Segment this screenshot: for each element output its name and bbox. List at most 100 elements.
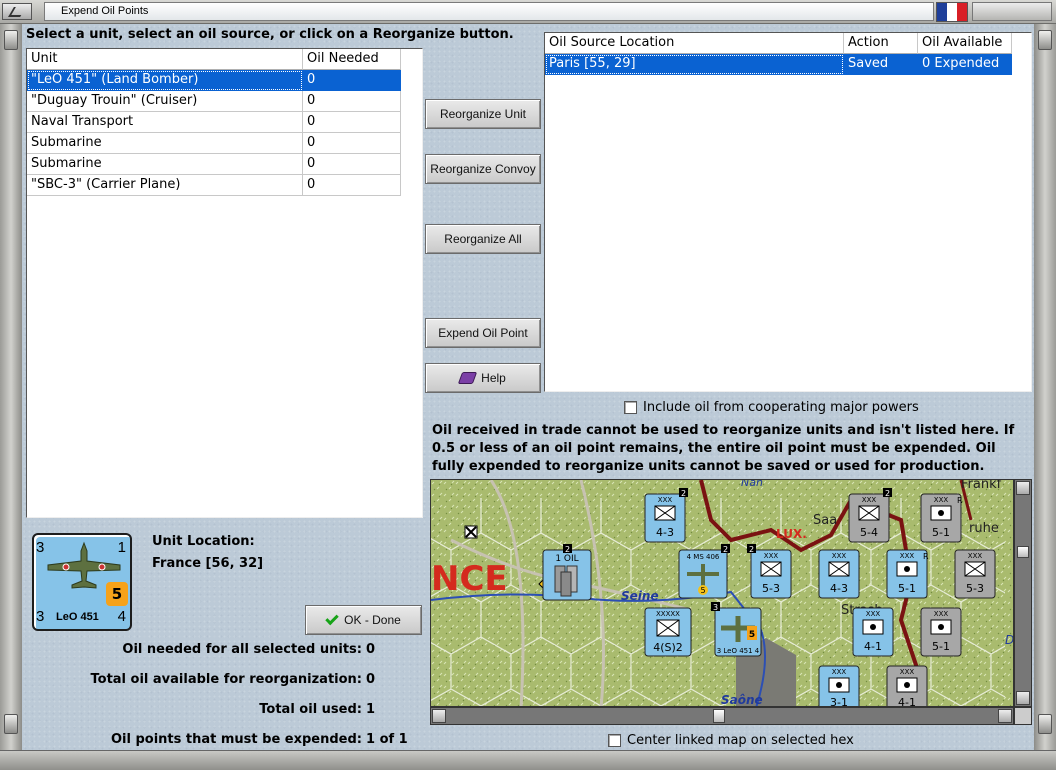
table-row[interactable]: Submarine 0 bbox=[27, 133, 422, 154]
window-menu-icon[interactable] bbox=[2, 3, 32, 20]
counter-stats-label: 4-1 bbox=[898, 696, 916, 707]
oil-needed-all-label: Oil needed for all selected units: bbox=[122, 642, 362, 657]
scroll-right-arrow-icon[interactable] bbox=[998, 709, 1012, 723]
ok-done-button[interactable]: OK - Done bbox=[305, 605, 422, 635]
counter-size-label: XXX bbox=[934, 496, 949, 504]
reorganize-unit-button[interactable]: Reorganize Unit bbox=[425, 99, 541, 129]
counter-size-label: XXX bbox=[866, 610, 881, 618]
counter-stats-label: 5-1 bbox=[898, 582, 916, 595]
unit-location-value: France [56, 32] bbox=[152, 556, 264, 571]
counter-size-label: XXX bbox=[658, 496, 673, 504]
reorganize-all-button[interactable]: Reorganize All bbox=[425, 224, 541, 254]
include-cooperating-oil-checkbox[interactable] bbox=[624, 401, 637, 414]
column-header-oil-source-location[interactable]: Oil Source Location bbox=[545, 33, 844, 54]
map-unit-counter[interactable]: XXXXX 4(S)2 bbox=[644, 607, 692, 657]
units-table[interactable]: Unit Oil Needed "LeO 451" (Land Bomber) … bbox=[26, 48, 423, 518]
counter-reserve-flag: R bbox=[923, 552, 929, 561]
map-canvas[interactable]: NCE LUX. Seine Saône Saa Strasb Nan Fran… bbox=[431, 480, 1014, 707]
scroll-left-arrow-icon[interactable] bbox=[432, 709, 446, 723]
column-header-oil-needed[interactable]: Oil Needed bbox=[303, 49, 401, 70]
include-cooperating-oil-option[interactable]: Include oil from cooperating major power… bbox=[624, 400, 919, 415]
unit-name-cell: "SBC-3" (Carrier Plane) bbox=[27, 175, 303, 196]
counter-top-left-value: 3 bbox=[36, 539, 45, 556]
counter-stats-label: 5-4 bbox=[860, 526, 878, 539]
scroll-down-arrow-icon[interactable] bbox=[1016, 691, 1030, 705]
map-lux-label: LUX. bbox=[776, 527, 807, 541]
table-row[interactable]: Naval Transport 0 bbox=[27, 112, 422, 133]
map-oil-counter[interactable]: 1 OIL 2 bbox=[542, 544, 592, 601]
oil-sources-table-header: Oil Source Location Action Oil Available bbox=[545, 33, 1031, 54]
column-header-unit[interactable]: Unit bbox=[27, 49, 303, 70]
counter-stats-label: 4-1 bbox=[864, 640, 882, 653]
counter-size-label: XXX bbox=[968, 552, 983, 560]
map-unit-counter[interactable]: XXX 5-1 R bbox=[920, 493, 963, 543]
counter-reserve-flag: R bbox=[957, 496, 963, 505]
counter-stack-count: 2 bbox=[749, 545, 754, 554]
center-linked-map-checkbox[interactable] bbox=[608, 734, 621, 747]
table-row[interactable]: Paris [55, 29] Saved 0 Expended bbox=[545, 54, 1031, 75]
map-unit-counter[interactable]: XXX 5-1 R bbox=[886, 549, 929, 599]
center-linked-map-option[interactable]: Center linked map on selected hex bbox=[608, 733, 854, 748]
map-unit-counter[interactable]: 5 3 LeO 451 4 3 bbox=[711, 602, 762, 657]
map-unit-counter[interactable]: XXX 5-4 2 bbox=[848, 488, 892, 543]
oil-action-cell: Saved bbox=[844, 54, 918, 75]
right-frame-border bbox=[1034, 24, 1056, 750]
map-unit-counter[interactable]: XXX 5-1 bbox=[920, 607, 962, 657]
expend-oil-point-button[interactable]: Expend Oil Point bbox=[425, 318, 541, 348]
map-frankfurt-label: Frankf bbox=[961, 480, 1002, 492]
counter-size-label: XXX bbox=[900, 668, 915, 676]
reorganize-convoy-button[interactable]: Reorganize Convoy bbox=[425, 154, 541, 184]
map-unit-counter[interactable]: XXX 4-1 bbox=[852, 607, 894, 657]
map-unit-counter[interactable]: XXX 5-3 2 bbox=[747, 544, 792, 599]
counter-stats-label: 5-1 bbox=[932, 640, 950, 653]
map-horizontal-scrollbar[interactable] bbox=[430, 707, 1014, 725]
counter-stack-count: 2 bbox=[723, 545, 728, 554]
map-unit-counter[interactable]: XXX 4-1 bbox=[886, 665, 928, 707]
oil-source-location-cell: Paris [55, 29] bbox=[545, 54, 844, 75]
column-header-action[interactable]: Action bbox=[844, 33, 918, 54]
total-oil-used-label: Total oil used: bbox=[259, 702, 362, 717]
help-book-icon bbox=[457, 372, 478, 384]
counter-stack-count: 2 bbox=[565, 545, 570, 554]
selected-unit-counter: 3 1 3 4 5 LeO 451 bbox=[32, 533, 132, 631]
counter-stats-label: 5-3 bbox=[966, 582, 984, 595]
table-row[interactable]: "Duguay Trouin" (Cruiser) 0 bbox=[27, 91, 422, 112]
scroll-up-arrow-icon[interactable] bbox=[1016, 481, 1030, 495]
counter-stats-label: 5 bbox=[700, 586, 705, 595]
counter-size-label: XXX bbox=[862, 496, 877, 504]
unit-location-label: Unit Location: bbox=[152, 534, 255, 549]
oil-rules-note: Oil received in trade cannot be used to … bbox=[432, 423, 1015, 474]
oil-needed-cell: 0 bbox=[303, 175, 401, 196]
map-unit-counter[interactable]: XXX 3-1 bbox=[818, 665, 860, 707]
counter-stats-label: 4-3 bbox=[830, 582, 848, 595]
map-unit-counter[interactable]: XXX 4-3 bbox=[818, 549, 860, 599]
map-ruhe-label: ruhe bbox=[969, 521, 999, 536]
counter-stack-count: 3 bbox=[713, 603, 718, 612]
counter-size-label: XXX bbox=[934, 610, 949, 618]
help-button[interactable]: Help bbox=[425, 363, 541, 393]
title-bar[interactable]: Expend Oil Points bbox=[0, 0, 1056, 24]
map-unit-counter[interactable]: XXX 4-3 2 bbox=[644, 488, 688, 543]
oil-sources-table[interactable]: Oil Source Location Action Oil Available… bbox=[544, 32, 1032, 392]
include-cooperating-oil-label: Include oil from cooperating major power… bbox=[643, 400, 919, 415]
table-row[interactable]: "LeO 451" (Land Bomber) 0 bbox=[27, 70, 422, 91]
window-title: Expend Oil Points bbox=[44, 2, 934, 21]
linked-map[interactable]: NCE LUX. Seine Saône Saa Strasb Nan Fran… bbox=[430, 479, 1014, 707]
map-unit-counter[interactable]: 4 MS 406 5 2 bbox=[678, 544, 730, 599]
vertical-scroll-thumb[interactable] bbox=[1017, 546, 1029, 558]
counter-size-label: 3 LeO 451 4 bbox=[717, 647, 760, 655]
map-vertical-scrollbar[interactable] bbox=[1014, 479, 1032, 707]
counter-size-label: XXX bbox=[900, 552, 915, 560]
oil-available-cell: 0 Expended bbox=[918, 54, 1012, 75]
horizontal-scroll-thumb[interactable] bbox=[713, 709, 725, 723]
map-nancy-label: Nan bbox=[741, 480, 763, 489]
oil-needed-cell: 0 bbox=[303, 133, 401, 154]
oil-counter-label: 1 OIL bbox=[555, 554, 578, 564]
france-flag-icon bbox=[936, 2, 968, 22]
map-unit-counter[interactable]: XXX 5-3 bbox=[954, 549, 996, 599]
column-header-oil-available[interactable]: Oil Available bbox=[918, 33, 1012, 54]
counter-stats-label: 3-1 bbox=[830, 696, 848, 707]
map-d-label: D bbox=[1005, 633, 1014, 647]
table-row[interactable]: "SBC-3" (Carrier Plane) 0 bbox=[27, 175, 422, 196]
table-row[interactable]: Submarine 0 bbox=[27, 154, 422, 175]
